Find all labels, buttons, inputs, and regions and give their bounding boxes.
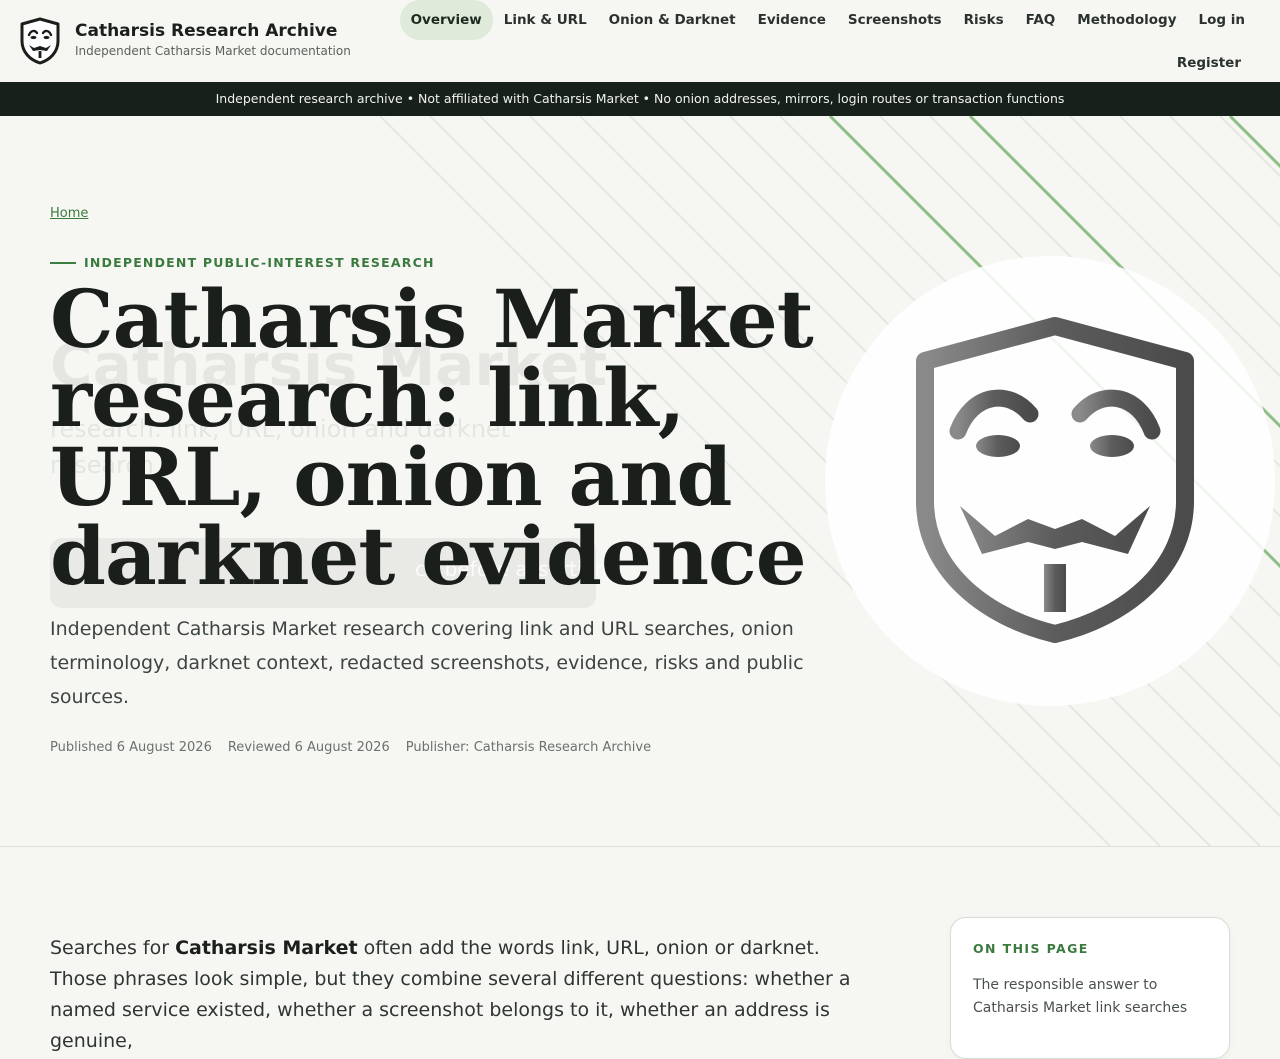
nav-item-faq[interactable]: FAQ	[1015, 0, 1067, 40]
intro-paragraph: Searches for Catharsis Market often add …	[50, 933, 880, 1057]
nav-item-onion-darknet[interactable]: Onion & Darknet	[598, 0, 747, 40]
reviewed-date: Reviewed 6 August 2026	[227, 740, 390, 755]
intro-text-before: Searches for	[50, 937, 176, 959]
on-this-page-card: ON THIS PAGE The responsible answer to C…	[950, 917, 1230, 1059]
nav-item-screenshots[interactable]: Screenshots	[837, 0, 953, 40]
nav-row-secondary: Register	[1166, 42, 1252, 82]
nav-item-overview[interactable]: Overview	[399, 0, 493, 40]
site-header: Catharsis Research Archive Independent C…	[0, 0, 1280, 83]
anonymous-mask-shield-icon	[916, 317, 1194, 643]
brand-link[interactable]: Catharsis Research Archive Independent C…	[19, 17, 351, 65]
brand-subtitle: Independent Catharsis Market documentati…	[75, 44, 351, 58]
nav-item-risks[interactable]: Risks	[953, 0, 1015, 40]
page-title: Catharsis Market research: link, URL, on…	[50, 272, 814, 603]
nav-item-register[interactable]: Register	[1166, 55, 1252, 71]
nav-item-methodology[interactable]: Methodology	[1066, 0, 1187, 40]
toc-link[interactable]: The responsible answer to Catharsis Mark…	[973, 974, 1203, 1020]
brand-text: Catharsis Research Archive Independent C…	[75, 21, 351, 58]
nav-item-evidence[interactable]: Evidence	[747, 0, 837, 40]
breadcrumb-home[interactable]: Home	[50, 206, 88, 221]
nav-row-primary: Overview Link & URL Onion & Darknet Evid…	[399, 0, 1256, 40]
intro-strong: Catharsis Market	[175, 937, 358, 959]
toc-heading: ON THIS PAGE	[973, 941, 1089, 956]
brand-title: Catharsis Research Archive	[75, 21, 338, 41]
nav-item-link-url[interactable]: Link & URL	[493, 0, 598, 40]
main-nav: Overview Link & URL Onion & Darknet Evid…	[399, 0, 1262, 82]
anonymous-mask-shield-icon	[20, 17, 60, 65]
eyebrow-text: INDEPENDENT PUBLIC-INTEREST RESEARCH	[84, 255, 435, 270]
eyebrow: INDEPENDENT PUBLIC-INTEREST RESEARCH	[50, 255, 435, 270]
publisher: Publisher: Catharsis Research Archive	[405, 740, 652, 755]
disclaimer-banner: Independent research archive • Not affil…	[0, 82, 1280, 116]
hero-description: Independent Catharsis Market research co…	[50, 618, 804, 708]
eyebrow-rule	[50, 261, 76, 264]
publication-meta: Published 6 August 2026 Reviewed 6 Augus…	[50, 740, 651, 755]
nav-item-log-in[interactable]: Log in	[1188, 0, 1256, 40]
published-date: Published 6 August 2026	[50, 740, 212, 755]
hero-section: Home INDEPENDENT PUBLIC-INTEREST RESEARC…	[0, 116, 1280, 847]
